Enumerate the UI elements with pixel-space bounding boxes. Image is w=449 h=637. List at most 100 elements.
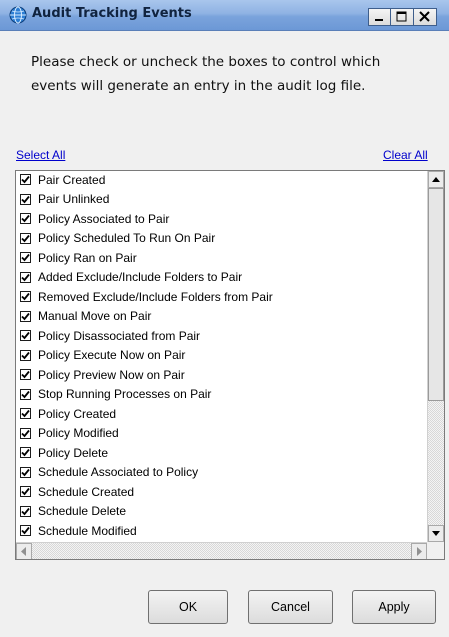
maximize-button[interactable] — [391, 8, 414, 26]
list-item[interactable]: Policy Delete — [20, 443, 108, 462]
cancel-button[interactable]: Cancel — [248, 590, 333, 624]
list-item[interactable]: Policy Modified — [20, 424, 119, 443]
event-label: Policy Associated to Pair — [38, 211, 170, 226]
event-checkbox[interactable] — [20, 291, 31, 302]
instruction-line-2: events will generate an entry in the aud… — [31, 78, 366, 94]
arrow-left-icon — [21, 547, 26, 556]
list-item[interactable]: Policy Created — [20, 404, 116, 423]
event-label: Policy Modified — [38, 426, 119, 440]
checkmark-icon — [21, 429, 30, 437]
list-item[interactable]: Policy Scheduled To Run On Pair — [20, 229, 215, 248]
vertical-scroll-thumb[interactable] — [428, 188, 444, 401]
event-label: Policy Disassociated from Pair — [38, 328, 201, 343]
scrollbar-corner — [427, 542, 444, 559]
events-listbox[interactable]: Pair Created Pair Unlinked Policy Associat… — [15, 170, 445, 560]
instruction-line-1: Please check or uncheck the boxes to con… — [31, 54, 381, 70]
event-checkbox[interactable] — [20, 505, 31, 517]
list-item[interactable]: Policy Execute Now on Pair — [20, 346, 185, 365]
close-icon — [419, 11, 430, 22]
event-checkbox[interactable] — [20, 193, 31, 205]
checkmark-icon — [21, 312, 30, 320]
checkmark-icon — [21, 234, 30, 242]
event-checkbox[interactable] — [20, 330, 31, 341]
event-label: Policy Created — [38, 406, 117, 421]
arrow-right-icon — [417, 547, 422, 556]
scroll-left-button[interactable] — [16, 543, 32, 559]
event-label: Policy Execute Now on Pair — [38, 348, 186, 362]
minimize-icon — [375, 19, 383, 21]
checkmark-icon — [21, 370, 30, 379]
event-label: Pair Created — [38, 172, 106, 187]
scroll-down-button[interactable] — [428, 525, 444, 542]
event-checkbox[interactable] — [20, 271, 31, 283]
list-item[interactable]: Pair Unlinked — [20, 190, 109, 209]
event-label: Policy Preview Now on Pair — [38, 367, 185, 382]
checkmark-icon — [21, 253, 30, 262]
list-item[interactable]: Schedule Created — [20, 482, 134, 501]
apply-button[interactable]: Apply — [352, 590, 436, 624]
checkmark-icon — [21, 175, 30, 184]
checkmark-icon — [21, 351, 30, 359]
event-checkbox[interactable] — [20, 310, 31, 322]
list-item[interactable]: Policy Disassociated from Pair — [20, 326, 200, 345]
event-checkbox[interactable] — [20, 447, 31, 458]
event-checkbox[interactable] — [20, 349, 31, 361]
list-item[interactable]: Removed Exclude/Include Folders from Pai… — [20, 287, 273, 306]
event-checkbox[interactable] — [20, 369, 31, 380]
checkmark-icon — [21, 214, 30, 223]
event-checkbox[interactable] — [20, 466, 31, 478]
event-label: Pair Unlinked — [38, 192, 110, 206]
event-checkbox[interactable] — [20, 427, 31, 439]
event-label: Manual Move on Pair — [38, 309, 152, 323]
scroll-up-button[interactable] — [428, 171, 444, 188]
event-checkbox[interactable] — [20, 232, 31, 244]
list-item[interactable]: Pair Created — [20, 171, 106, 189]
list-item[interactable]: Schedule Associated to Policy — [20, 463, 198, 482]
checkmark-icon — [21, 292, 30, 301]
window-controls — [368, 8, 437, 26]
event-label: Schedule Created — [38, 484, 135, 499]
list-item[interactable]: Manual Move on Pair — [20, 307, 151, 326]
select-all-link[interactable]: Select All — [16, 148, 65, 162]
list-item[interactable]: Policy Preview Now on Pair — [20, 365, 185, 384]
list-item[interactable]: Added Exclude/Include Folders to Pair — [20, 268, 242, 287]
minimize-button[interactable] — [368, 8, 391, 26]
list-item[interactable]: Schedule Delete — [20, 502, 126, 521]
event-label: Removed Exclude/Include Folders from Pai… — [38, 289, 273, 304]
list-item[interactable]: Stop Running Processes on Pair — [20, 385, 211, 404]
checkmark-icon — [21, 273, 30, 281]
close-button[interactable] — [414, 8, 437, 26]
checkmark-icon — [21, 409, 30, 418]
window-title: Audit Tracking Events — [32, 6, 192, 21]
event-checkbox[interactable] — [20, 252, 31, 263]
event-label: Schedule Delete — [38, 504, 127, 518]
vertical-scrollbar[interactable] — [427, 171, 444, 542]
event-label: Policy Delete — [38, 445, 109, 460]
event-label: Schedule Associated to Policy — [38, 465, 199, 479]
event-checkbox[interactable] — [20, 213, 31, 224]
event-label: Policy Scheduled To Run On Pair — [38, 231, 216, 245]
event-checkbox[interactable] — [20, 388, 31, 400]
scroll-right-button[interactable] — [411, 543, 427, 559]
checkmark-icon — [21, 390, 30, 398]
list-item[interactable]: Policy Ran on Pair — [20, 248, 137, 267]
title-bar[interactable]: Audit Tracking Events — [0, 0, 449, 31]
checkmark-icon — [21, 526, 30, 535]
list-item[interactable]: Schedule Modified — [20, 521, 137, 540]
list-item[interactable]: Policy Associated to Pair — [20, 209, 169, 228]
event-label: Schedule Modified — [38, 523, 137, 538]
event-checkbox[interactable] — [20, 486, 31, 497]
maximize-icon — [396, 11, 407, 22]
ok-button[interactable]: OK — [148, 590, 228, 624]
event-label: Added Exclude/Include Folders to Pair — [38, 270, 243, 284]
event-checkbox[interactable] — [20, 408, 31, 419]
clear-all-link[interactable]: Clear All — [383, 148, 428, 162]
event-checkbox[interactable] — [20, 525, 31, 536]
event-checkbox[interactable] — [20, 174, 31, 185]
instruction-text: Please check or uncheck the boxes to con… — [31, 50, 431, 98]
horizontal-scrollbar[interactable] — [16, 542, 427, 559]
checkmark-icon — [21, 331, 30, 340]
checkmark-icon — [21, 468, 30, 476]
arrow-down-icon — [432, 531, 440, 536]
checkmark-icon — [21, 195, 30, 203]
